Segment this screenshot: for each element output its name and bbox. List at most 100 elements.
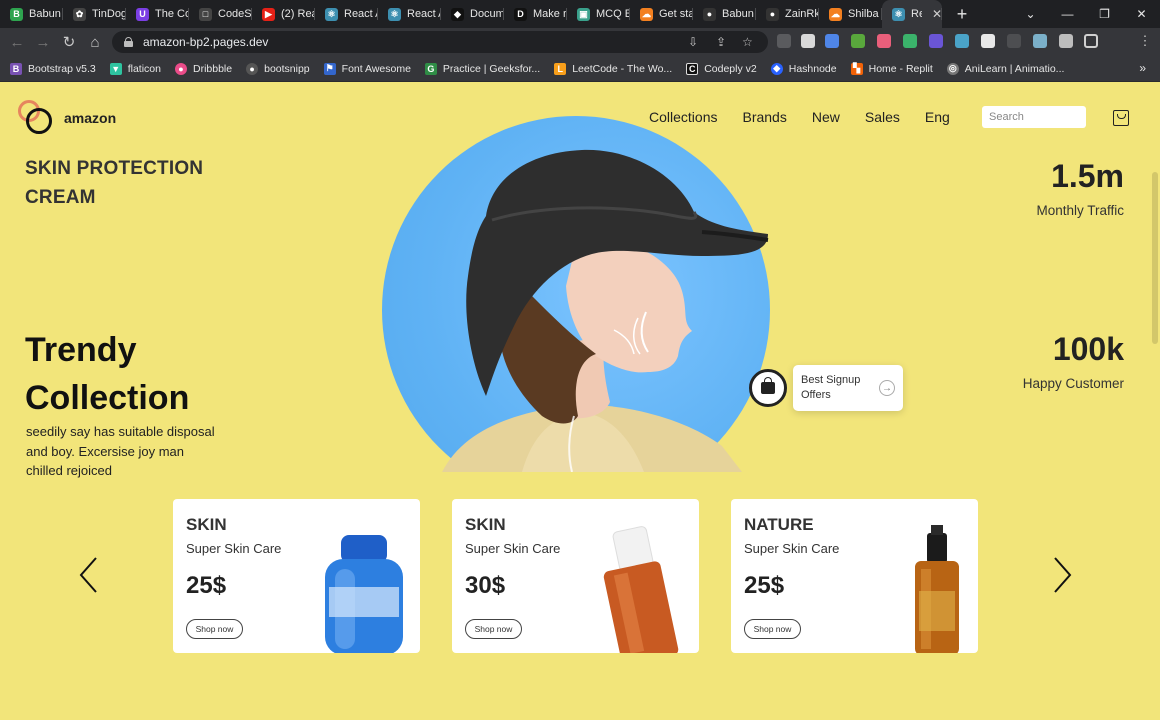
bookmark-label: bootsnipp: [264, 62, 310, 75]
search-input[interactable]: [982, 106, 1086, 128]
brand-name[interactable]: amazon: [64, 110, 116, 126]
tab-favicon-icon: ⚛: [892, 7, 905, 21]
stat-customer-value: 100k: [1052, 331, 1124, 367]
tab-close-icon[interactable]: ✕: [932, 7, 942, 21]
extension-icon[interactable]: [777, 34, 791, 48]
shop-now-button[interactable]: Shop now: [186, 619, 243, 639]
signup-offer[interactable]: Best Signup Offers →: [749, 365, 903, 411]
browser-tab[interactable]: □ CodeS: [189, 0, 252, 28]
browser-tab[interactable]: D Make r: [504, 0, 567, 28]
bookmark-bootsnipp[interactable]: ● bootsnipp: [246, 62, 310, 75]
browser-tab[interactable]: ✿ TinDog: [63, 0, 126, 28]
extension-icon[interactable]: [1007, 34, 1021, 48]
bookmark-font-awesome[interactable]: ⚑ Font Awesome: [323, 62, 411, 75]
tab-label: Babun: [29, 8, 61, 20]
product-card[interactable]: SKIN Super Skin Care 25$ Shop now: [173, 499, 420, 653]
tab-label: Make r: [533, 8, 567, 20]
lock-icon[interactable]: [124, 37, 133, 47]
close-window-icon[interactable]: ✕: [1123, 7, 1160, 21]
home-icon[interactable]: ⌂: [82, 34, 108, 51]
bookmark-anilearn[interactable]: ◎ AniLearn | Animatio...: [946, 62, 1064, 75]
tab-label: Shilba: [848, 8, 879, 20]
browser-tab[interactable]: ⚛ React A: [315, 0, 378, 28]
extension-icon[interactable]: [929, 34, 943, 48]
extensions-puzzle-icon[interactable]: [1059, 34, 1073, 48]
chrome-menu-icon[interactable]: ⋮: [1132, 33, 1158, 49]
extension-icon[interactable]: [981, 34, 995, 48]
bookmark-leetcode[interactable]: L LeetCode - The Wo...: [554, 62, 672, 75]
tab-search-icon[interactable]: ⌄: [1012, 7, 1049, 21]
forward-icon[interactable]: →: [30, 34, 56, 51]
share-icon[interactable]: ⇪: [716, 35, 726, 49]
address-bar[interactable]: amazon-bp2.pages.dev ⇩ ⇪ ☆: [112, 31, 768, 53]
bookmark-dribbble[interactable]: ● Dribbble: [175, 62, 232, 75]
bookmark-label: Codeply v2: [704, 62, 757, 75]
browser-toolbar: ← → ↻ ⌂ amazon-bp2.pages.dev ⇩ ⇪ ☆ ⋮: [0, 28, 1160, 79]
signup-offer-card[interactable]: Best Signup Offers →: [793, 365, 903, 411]
bookmark-codeply[interactable]: C Codeply v2: [686, 62, 757, 75]
tab-label: (2) Rea: [281, 8, 315, 20]
nav-language[interactable]: Eng: [925, 109, 950, 125]
tab-favicon-icon: ▶: [262, 7, 275, 21]
flaticon-icon: ▼: [109, 62, 122, 75]
product-category: NATURE: [744, 515, 814, 534]
scrollbar-thumb[interactable]: [1152, 172, 1158, 344]
browser-tab[interactable]: ▣ MCQ E: [567, 0, 630, 28]
browser-tab[interactable]: ☁ Shilba: [819, 0, 882, 28]
minimize-icon[interactable]: —: [1049, 7, 1086, 21]
carousel-next-button[interactable]: [1051, 556, 1073, 594]
browser-tab[interactable]: ● Babun: [693, 0, 756, 28]
extension-icon[interactable]: [877, 34, 891, 48]
product-subtitle: Super Skin Care: [186, 541, 282, 556]
extension-icon[interactable]: [903, 34, 917, 48]
extension-icon[interactable]: [1033, 34, 1047, 48]
browser-tab[interactable]: U The Co: [126, 0, 189, 28]
product-price: 25$: [186, 572, 227, 599]
nav-sales[interactable]: Sales: [865, 109, 900, 125]
browser-tab[interactable]: ⚛ React A: [378, 0, 441, 28]
stat-traffic-value: 1.5m: [1051, 158, 1124, 194]
bookmark-replit[interactable]: ▚ Home - Replit: [850, 62, 933, 75]
bookmarks-more-icon[interactable]: »: [1139, 61, 1146, 75]
extension-icon[interactable]: [955, 34, 969, 48]
page-scrollbar[interactable]: [1150, 82, 1160, 720]
browser-tab[interactable]: ☁ Get sta: [630, 0, 693, 28]
tab-favicon-icon: B: [10, 7, 23, 21]
product-card[interactable]: NATURE Super Skin Care 25$ Shop now: [731, 499, 978, 653]
browser-tab[interactable]: B Babun: [0, 0, 63, 28]
side-panel-icon[interactable]: [1084, 34, 1098, 48]
browser-tab[interactable]: ◆ Docum: [441, 0, 504, 28]
bookmark-flaticon[interactable]: ▼ flaticon: [109, 62, 161, 75]
arrow-right-icon[interactable]: →: [879, 380, 895, 396]
reload-icon[interactable]: ↻: [56, 33, 82, 51]
extension-icon[interactable]: [851, 34, 865, 48]
extension-icon[interactable]: [801, 34, 815, 48]
bookmark-star-icon[interactable]: ☆: [742, 35, 753, 49]
shop-now-button[interactable]: Shop now: [465, 619, 522, 639]
window-controls: ⌄ — ❐ ✕: [1012, 0, 1160, 28]
blue-bottle-image: [325, 535, 403, 653]
browser-tab-active[interactable]: ⚛ Re ✕: [882, 0, 942, 28]
browser-tab[interactable]: ▶ (2) Rea: [252, 0, 315, 28]
bookmark-geeksforgeeks[interactable]: G Practice | Geeksfor...: [424, 62, 540, 75]
install-icon[interactable]: ⇩: [688, 35, 698, 49]
browser-tab[interactable]: ● ZainRk: [756, 0, 819, 28]
restore-icon[interactable]: ❐: [1086, 7, 1123, 21]
logo-icon[interactable]: [18, 100, 54, 136]
leetcode-icon: L: [554, 62, 567, 75]
hero-image: [382, 116, 770, 472]
back-icon[interactable]: ←: [4, 34, 30, 51]
nav-new[interactable]: New: [812, 109, 840, 125]
tab-favicon-icon: ⚛: [325, 7, 338, 21]
new-tab-icon[interactable]: +: [950, 4, 974, 25]
tab-favicon-icon: ☁: [829, 7, 842, 21]
bookmark-hashnode[interactable]: ◆ Hashnode: [770, 62, 837, 75]
shop-now-button[interactable]: Shop now: [744, 619, 801, 639]
extension-icon[interactable]: [825, 34, 839, 48]
carousel-prev-button[interactable]: [78, 556, 100, 594]
chevron-left-icon: [79, 557, 97, 593]
product-card[interactable]: SKIN Super Skin Care 30$ Shop now: [452, 499, 699, 653]
tab-favicon-icon: U: [136, 7, 149, 21]
bookmark-bootstrap[interactable]: B Bootstrap v5.3: [10, 62, 96, 75]
cart-icon[interactable]: [1113, 110, 1129, 126]
